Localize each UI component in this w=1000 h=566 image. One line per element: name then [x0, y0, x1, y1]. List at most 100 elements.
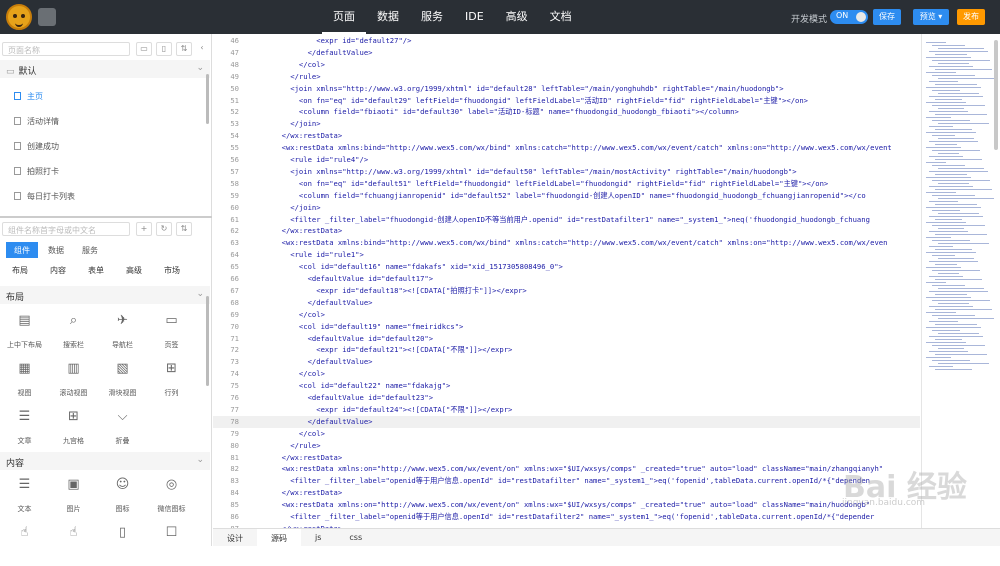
content-component[interactable]: ☺ 图标 [98, 470, 147, 518]
editor-view-tab[interactable]: 设计 [213, 529, 257, 546]
minimap-line [935, 279, 982, 280]
page-list-item[interactable]: 活动详情 [0, 109, 210, 134]
minimap-line [932, 135, 955, 136]
layout-component[interactable]: ⊞ 行列 [147, 354, 196, 402]
layout-component[interactable]: ▤ 上中下布局 [0, 306, 49, 354]
nav-item[interactable]: 文档 [539, 0, 583, 34]
component-subtab[interactable]: 市场 [158, 265, 196, 276]
content-component[interactable]: ☝ [49, 518, 98, 566]
page-list-item[interactable]: 拍照打卡 [0, 159, 210, 184]
panel-splitter[interactable] [0, 216, 212, 218]
minimap-line [932, 120, 970, 121]
component-subtab[interactable]: 表单 [82, 265, 120, 276]
code-line: 56 <rule id="rule4"/> [213, 154, 920, 166]
code-editor[interactable]: 46 <expr id="default27"/> 47 </defaultVal… [213, 34, 920, 528]
code-text: <column field="fchuangjianropenid" id="d… [247, 190, 866, 200]
line-number: 83 [230, 476, 239, 486]
layout-component[interactable]: ⌵ 折叠 [98, 402, 147, 450]
code-line: 48 </col> [213, 59, 920, 71]
code-text: <wx:restData xmlns:on="http://www.wex5.c… [247, 464, 884, 474]
sort-icon[interactable]: ⇅ [176, 222, 192, 236]
code-line: 55 <wx:restData xmlns:bind="http://www.w… [213, 142, 920, 154]
layout-component[interactable]: ⌕ 搜索栏 [49, 306, 98, 354]
layout-component[interactable]: ⊞ 九宫格 [49, 402, 98, 450]
layout-component[interactable]: ▥ 滚动视图 [49, 354, 98, 402]
section-label: 内容 [6, 459, 25, 469]
editor-view-tab[interactable]: js [301, 529, 335, 546]
component-tab[interactable]: 数据 [40, 242, 72, 258]
minimap-line [938, 363, 989, 364]
code-line: 51 <on fn="eq" id="default29" leftField=… [213, 95, 920, 107]
nav-item[interactable]: IDE [454, 0, 495, 34]
code-text: </defaultValue> [247, 47, 373, 57]
code-text: </col> [247, 59, 325, 69]
minimap-line [926, 312, 956, 313]
minimap-line [929, 291, 988, 292]
minimap-line [926, 117, 951, 118]
editor-view-tabs: 设计 源码 js css [213, 528, 1000, 546]
component-tab[interactable]: 组件 [6, 242, 38, 258]
add-icon[interactable]: + [136, 222, 152, 236]
sort-icon[interactable]: ⇅ [176, 42, 192, 56]
wechat-icon: ◎ [165, 477, 178, 492]
content-component[interactable]: ◎ 微信图标 [147, 470, 196, 518]
nav-item[interactable]: 高级 [495, 0, 539, 34]
layout-component[interactable]: ▧ 滑块视图 [98, 354, 147, 402]
preview-button[interactable]: 预览 ▾ [913, 9, 949, 25]
layout-component[interactable]: ▭ 页签 [147, 306, 196, 354]
editor-scrollbar[interactable] [994, 40, 998, 150]
layout-component[interactable]: ▦ 视图 [0, 354, 49, 402]
layout-component[interactable]: ✈ 导航栏 [98, 306, 147, 354]
publish-button[interactable]: 发布 [957, 9, 985, 25]
content-component[interactable]: ▯ [98, 518, 147, 566]
line-number: 85 [230, 500, 239, 510]
page-search-input[interactable]: 页面名称 [2, 42, 130, 56]
file-icon[interactable]: ▯ [156, 42, 172, 56]
editor-view-tab[interactable]: 源码 [257, 529, 301, 546]
content-component[interactable]: ☝ [0, 518, 49, 566]
component-subtab[interactable]: 内容 [44, 265, 82, 276]
code-line: 68 </defaultValue> [213, 297, 920, 309]
dev-mode-toggle[interactable]: ON [830, 10, 868, 24]
code-line: 46 <expr id="default27"/> [213, 35, 920, 47]
page-list-item[interactable]: 每日打卡列表 [0, 184, 210, 209]
minimap-line [926, 132, 976, 133]
minimap-line [935, 159, 982, 160]
nav-item[interactable]: 服务 [410, 0, 454, 34]
component-subtab[interactable]: 布局 [6, 265, 44, 276]
nav-item[interactable]: 页面 [322, 0, 366, 34]
content-component[interactable]: ▣ 图片 [49, 470, 98, 518]
emoji-icon: ☺ [115, 477, 130, 492]
code-minimap[interactable] [921, 34, 1000, 528]
collapse-icon[interactable]: ‹ [194, 42, 210, 56]
layout-component[interactable]: ☰ 文章 [0, 402, 49, 450]
line-number: 68 [230, 297, 239, 307]
code-text: </join> [247, 119, 321, 129]
content-section-header[interactable]: 内容 ⌄ [0, 452, 210, 470]
line-number: 70 [230, 321, 239, 331]
refresh-icon[interactable]: ↻ [156, 222, 172, 236]
content-component[interactable]: ☐ [147, 518, 196, 566]
save-button[interactable]: 保存 [873, 9, 901, 25]
page-list-item[interactable]: 主页 [0, 84, 210, 109]
code-line: 82 <wx:restData xmlns:on="http://www.wex… [213, 463, 920, 475]
page-label: 拍照打卡 [27, 167, 59, 176]
layout-section-header[interactable]: 布局 ⌄ [0, 286, 210, 304]
page-list-item[interactable]: 创建成功 [0, 134, 210, 159]
component-scrollbar[interactable] [206, 296, 209, 386]
folder-icon[interactable]: ▭ [136, 42, 152, 56]
component-tab[interactable]: 服务 [74, 242, 106, 258]
code-text: </wx:restData> [247, 131, 343, 141]
line-number: 65 [230, 262, 239, 272]
default-section-header[interactable]: ▭ 默认 ⌄ [0, 60, 210, 78]
page-icon [14, 167, 21, 175]
content-component[interactable]: ☰ 文本 [0, 470, 49, 518]
component-search-input[interactable]: 组件名称首字母或中文名 [2, 222, 130, 236]
page-list-scrollbar[interactable] [206, 74, 209, 124]
editor-view-tab[interactable]: css [335, 529, 376, 546]
blurred-app-name [38, 8, 56, 26]
search-icon: ⌕ [69, 313, 78, 328]
watermark-url: jingyan.baidu.com [842, 498, 926, 508]
nav-item[interactable]: 数据 [366, 0, 410, 34]
component-subtab[interactable]: 高级 [120, 265, 158, 276]
